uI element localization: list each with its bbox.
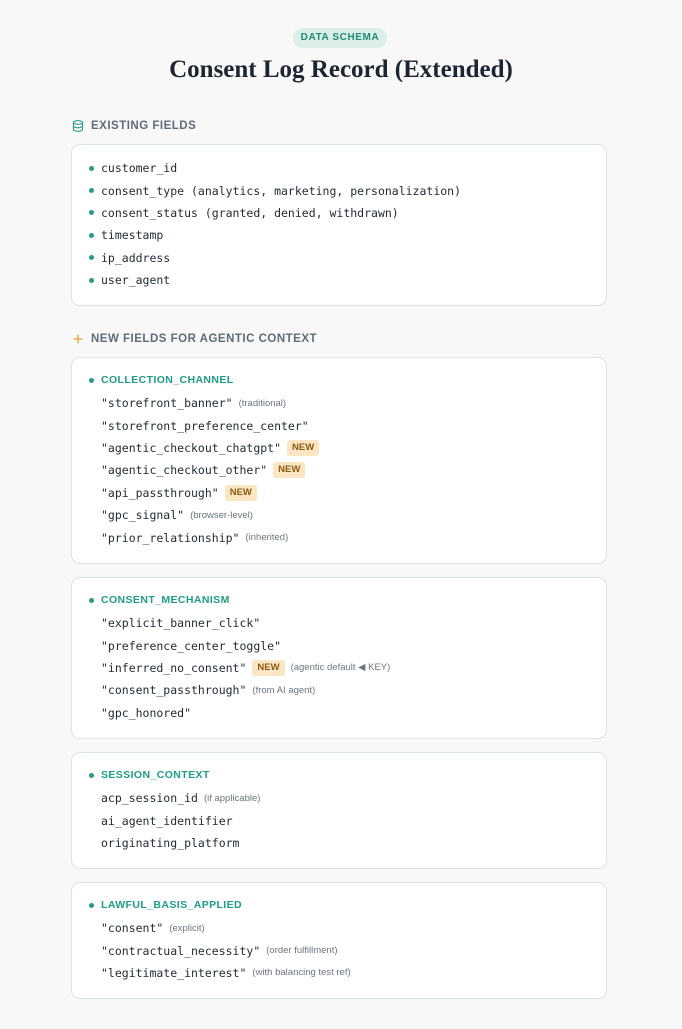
- bullet-dot: [89, 255, 94, 261]
- group-title: LAWFUL_BASIS_APPLIED: [72, 883, 606, 912]
- value-item: "consent_passthrough" (from AI agent): [101, 679, 606, 701]
- group-title: CONSENT_MECHANISM: [72, 578, 606, 607]
- value-note: (from AI agent): [252, 684, 316, 696]
- bullet-dot: [89, 277, 94, 283]
- value-text: "inferred_no_consent": [101, 660, 247, 675]
- value-item: "gpc_honored": [101, 702, 606, 724]
- field-name: user_agent: [101, 273, 171, 288]
- group-name: CONSENT_MECHANISM: [101, 594, 230, 606]
- value-note: (with balancing test ref): [252, 967, 351, 979]
- bullet-dot: [89, 597, 94, 603]
- value-text: "contractual_necessity": [101, 943, 261, 958]
- value-item: originating_platform: [101, 832, 606, 854]
- value-item: "prior_relationship" (inherited): [101, 526, 606, 548]
- value-text: "gpc_honored": [101, 705, 192, 720]
- field-name: timestamp: [101, 228, 164, 243]
- existing-field-item: user_agent: [89, 269, 606, 291]
- field-name: consent_status (granted, denied, withdra…: [101, 205, 399, 220]
- existing-field-item: consent_type (analytics, marketing, pers…: [89, 179, 606, 201]
- value-text: "storefront_preference_center": [101, 418, 309, 433]
- value-text: "legitimate_interest": [101, 965, 247, 980]
- value-item: acp_session_id (if applicable): [101, 787, 606, 809]
- value-item: "preference_center_toggle": [101, 634, 606, 656]
- value-note: (if applicable): [203, 792, 261, 804]
- value-item: "inferred_no_consent" NEW (agentic default…: [101, 657, 606, 679]
- group-name: SESSION_CONTEXT: [101, 769, 210, 781]
- existing-fields-heading: EXISTING FIELDS: [72, 120, 196, 132]
- value-item: "api_passthrough" NEW: [101, 482, 606, 504]
- value-text: acp_session_id: [101, 791, 198, 806]
- existing-fields-label: EXISTING FIELDS: [91, 120, 197, 132]
- new-badge: NEW: [287, 439, 320, 456]
- value-note: (traditional): [238, 397, 287, 409]
- existing-field-item: customer_id: [89, 157, 606, 179]
- value-text: "gpc_signal": [101, 508, 185, 523]
- bullet-dot: [89, 165, 94, 171]
- existing-field-item: timestamp: [89, 224, 606, 246]
- value-item: "agentic_checkout_chatgpt" NEW: [101, 437, 606, 459]
- group-name: LAWFUL_BASIS_APPLIED: [101, 899, 243, 911]
- new-fields-label: NEW FIELDS FOR AGENTIC CONTEXT: [91, 333, 318, 345]
- group-card-lawful-basis: LAWFUL_BASIS_APPLIED "consent" (explicit) "…: [71, 882, 607, 999]
- bullet-dot: [89, 902, 94, 908]
- group-title: SESSION_CONTEXT: [72, 753, 606, 782]
- value-note: (order fulfillment): [266, 945, 338, 957]
- value-text: originating_platform: [101, 835, 240, 850]
- group-values-list: "consent" (explicit) "contractual_necessit…: [72, 912, 606, 984]
- field-name: customer_id: [101, 161, 178, 176]
- value-text: "preference_center_toggle": [101, 638, 282, 653]
- field-name: ip_address: [101, 250, 171, 265]
- value-item: "agentic_checkout_other" NEW: [101, 459, 606, 481]
- value-item: "storefront_preference_center": [101, 414, 606, 436]
- new-badge: NEW: [224, 484, 257, 501]
- group-card-session-context: SESSION_CONTEXT acp_session_id (if applica…: [71, 752, 607, 869]
- value-text: "consent": [101, 921, 164, 936]
- bullet-dot: [89, 772, 94, 778]
- group-card-collection-channel: COLLECTION_CHANNEL "storefront_banner" (tr…: [71, 357, 607, 564]
- database-icon: [72, 120, 84, 132]
- value-item: "consent" (explicit): [101, 917, 606, 939]
- value-text: "agentic_checkout_other": [101, 463, 268, 478]
- value-item: "contractual_necessity" (order fulfillmen…: [101, 939, 606, 961]
- value-text: "consent_passthrough": [101, 683, 247, 698]
- value-text: "agentic_checkout_chatgpt": [101, 440, 282, 455]
- value-item: ai_agent_identifier: [101, 809, 606, 831]
- group-name: COLLECTION_CHANNEL: [101, 374, 234, 386]
- value-note: (browser-level): [190, 509, 253, 521]
- value-text: "storefront_banner": [101, 396, 233, 411]
- group-title: COLLECTION_CHANNEL: [72, 358, 606, 387]
- value-item: "storefront_banner" (traditional): [101, 392, 606, 414]
- group-values-list: acp_session_id (if applicable) ai_agent_id…: [72, 782, 606, 854]
- group-values-list: "storefront_banner" (traditional) "storefr…: [72, 387, 606, 549]
- value-text: ai_agent_identifier: [101, 813, 233, 828]
- value-item: "legitimate_interest" (with balancing tes…: [101, 962, 606, 984]
- value-item: "gpc_signal" (browser-level): [101, 504, 606, 526]
- existing-field-item: ip_address: [89, 247, 606, 269]
- page-title: Consent Log Record (Extended): [169, 56, 513, 83]
- value-text: "prior_relationship": [101, 530, 240, 545]
- bullet-dot: [89, 377, 94, 383]
- value-note: (explicit): [169, 922, 205, 934]
- schema-badge: DATA SCHEMA: [293, 28, 387, 48]
- value-note: (inherited): [245, 532, 289, 544]
- value-text: "explicit_banner_click": [101, 616, 261, 631]
- field-name: consent_type (analytics, marketing, pers…: [101, 183, 462, 198]
- value-note: (agentic default ◀ KEY): [290, 662, 391, 674]
- existing-fields-card: customer_id consent_type (analytics, mark…: [71, 144, 607, 306]
- plus-icon: [72, 333, 84, 345]
- bullet-dot: [89, 210, 94, 216]
- new-fields-heading: NEW FIELDS FOR AGENTIC CONTEXT: [72, 333, 317, 345]
- new-badge: NEW: [252, 659, 285, 676]
- group-values-list: "explicit_banner_click" "preference_cente…: [72, 607, 606, 724]
- new-badge: NEW: [273, 462, 306, 479]
- value-item: "explicit_banner_click": [101, 612, 606, 634]
- existing-fields-list: customer_id consent_type (analytics, mark…: [72, 145, 606, 291]
- bullet-dot: [89, 188, 94, 194]
- bullet-dot: [89, 232, 94, 238]
- existing-field-item: consent_status (granted, denied, withdra…: [89, 202, 606, 224]
- group-card-consent-mechanism: CONSENT_MECHANISM "explicit_banner_click"…: [71, 577, 607, 739]
- value-text: "api_passthrough": [101, 485, 219, 500]
